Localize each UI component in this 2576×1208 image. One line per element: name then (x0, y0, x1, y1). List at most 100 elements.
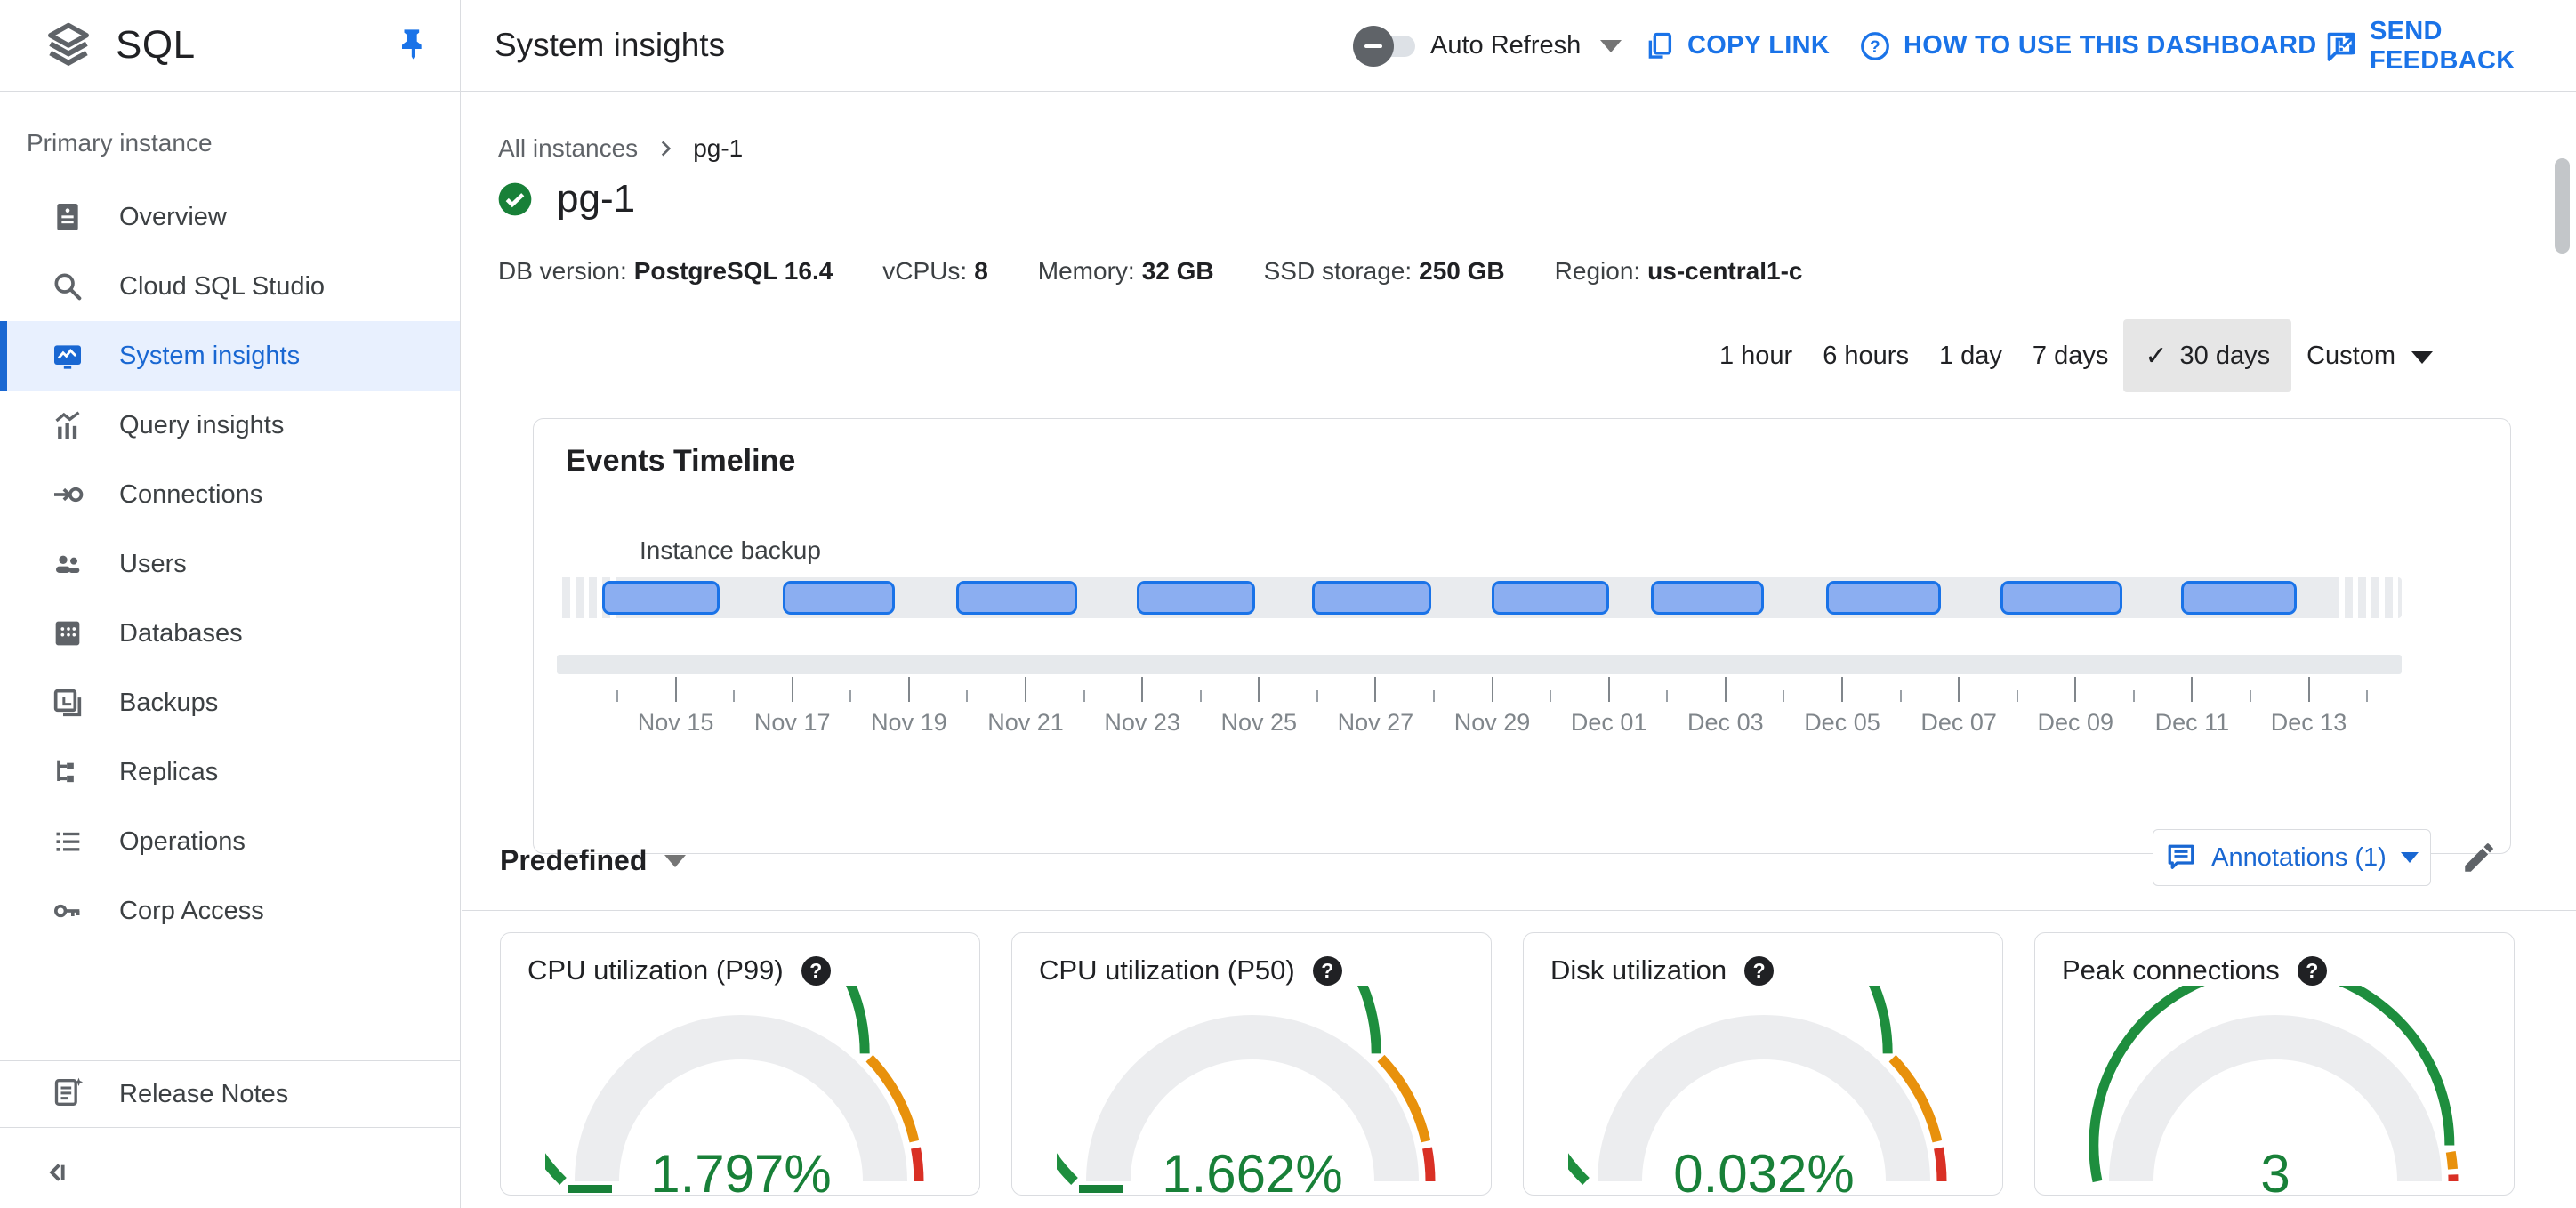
sidebar-item-databases[interactable]: Databases (0, 599, 460, 668)
help-icon[interactable]: ? (1312, 955, 1342, 986)
sidebar-item-replicas[interactable]: Replicas (0, 737, 460, 807)
sidebar-item-cloud-sql-studio[interactable]: Cloud SQL Studio (0, 252, 460, 321)
events-timeline-title: Events Timeline (566, 444, 796, 478)
time-range-7-days[interactable]: 7 days (2017, 342, 2123, 371)
time-range-label: 7 days (2032, 341, 2109, 370)
time-range-1-day[interactable]: 1 day (1924, 342, 2017, 371)
axis-tick (2132, 690, 2135, 702)
auto-refresh-toggle[interactable] (1353, 26, 1419, 67)
help-icon[interactable]: ? (1744, 955, 1775, 986)
edit-dashboard-button[interactable] (2460, 839, 2498, 881)
cloud-sql-system-insights-page: SQL System insights Auto Refresh COPY LI… (0, 0, 2576, 1208)
instance-backup-event-bar[interactable] (956, 581, 1077, 615)
gauge-card-header: Peak connections? (2062, 954, 2327, 987)
sidebar-item-system-insights[interactable]: System insights (0, 321, 460, 391)
sidebar-item-label: Connections (119, 479, 263, 509)
time-range-custom[interactable]: Custom (2291, 342, 2448, 371)
timeline-brush[interactable] (557, 655, 2402, 674)
breadcrumb-current: pg-1 (693, 134, 744, 162)
breadcrumb: All instances pg-1 (498, 134, 743, 163)
axis-tick (1550, 690, 1552, 702)
how-to-label: HOW TO USE THIS DASHBOARD (1904, 31, 2317, 60)
sidebar-item-label: Query insights (119, 410, 285, 439)
svg-text:?: ? (1870, 36, 1880, 56)
chevron-down-icon (664, 854, 687, 867)
auto-refresh-menu[interactable]: Auto Refresh (1430, 0, 1622, 92)
sidebar-item-users[interactable]: Users (0, 529, 460, 599)
axis-tick (1024, 677, 1026, 702)
axis-tick (1491, 677, 1493, 702)
gauge-value: 1.797% (650, 1144, 832, 1196)
time-range-label: 1 day (1938, 341, 2002, 370)
gauge-needle (568, 1185, 612, 1193)
help-icon[interactable]: ? (2297, 955, 2327, 986)
instance-backup-event-bar[interactable] (602, 581, 720, 615)
annotations-button[interactable]: Annotations (1) (2153, 829, 2431, 886)
instance-backup-event-bar[interactable] (1826, 581, 1941, 615)
overview-icon (50, 199, 85, 235)
feedback-icon (2327, 32, 2355, 61)
sidebar-item-label: Corp Access (119, 896, 264, 925)
how-to-use-dashboard-link[interactable]: ? HOW TO USE THIS DASHBOARD (1859, 0, 2358, 92)
time-range-6-hours[interactable]: 6 hours (1807, 342, 1924, 371)
gauge-card-header: CPU utilization (P50)? (1039, 954, 1342, 987)
collapse-sidebar-button[interactable] (39, 1155, 75, 1195)
instance-backup-event-bar[interactable] (2000, 581, 2122, 615)
annotations-label: Annotations (1) (2211, 842, 2387, 872)
sidebar-item-release-notes[interactable]: Release Notes (0, 1060, 461, 1128)
sidebar-item-operations[interactable]: Operations (0, 807, 460, 876)
axis-tick (2366, 690, 2369, 702)
events-series-label: Instance backup (640, 536, 821, 564)
gauge-card-header: CPU utilization (P99)? (527, 954, 831, 987)
time-range-30-days[interactable]: ✓ 30 days (2123, 319, 2292, 392)
breadcrumb-all-instances[interactable]: All instances (498, 134, 638, 163)
sidebar-item-label: Backups (119, 688, 219, 717)
sidebar-item-label: Operations (119, 826, 246, 856)
sidebar-item-backups[interactable]: Backups (0, 668, 460, 737)
sidebar-item-connections[interactable]: Connections (0, 460, 460, 529)
time-range-1-hour[interactable]: 1 hour (1704, 342, 1807, 371)
axis-tick (1899, 690, 1902, 702)
instance-backup-event-bar[interactable] (1137, 581, 1255, 615)
instance-backup-event-bar[interactable] (1651, 581, 1764, 615)
predefined-dropdown[interactable]: Predefined (500, 844, 687, 877)
sidebar-item-label: Cloud SQL Studio (119, 271, 326, 301)
axis-tick (1840, 677, 1843, 702)
main-content: All instances pg-1 pg-1 DB version: Postg… (462, 92, 2576, 1208)
axis-tick (2249, 690, 2251, 702)
instance-backup-event-bar[interactable] (2181, 581, 2297, 615)
gauge-card-peak-connections: Peak connections? 3 (2034, 932, 2515, 1196)
instance-backup-event-bar[interactable] (783, 581, 895, 615)
copy-link-button[interactable]: COPY LINK (1645, 0, 1830, 92)
sidebar-item-query-insights[interactable]: Query insights (0, 391, 460, 460)
release-notes-icon (50, 1075, 85, 1115)
events-track-fade-right (2339, 577, 2402, 618)
toggle-knob[interactable] (1353, 26, 1394, 67)
instance-backup-event-bar[interactable] (1312, 581, 1431, 615)
axis-tick (1316, 690, 1318, 702)
instance-backup-event-bar[interactable] (1492, 581, 1609, 615)
axis-tick (907, 677, 910, 702)
axis-tick (733, 690, 736, 702)
pin-icon[interactable] (393, 27, 429, 67)
sidebar-item-corp-access[interactable]: Corp Access (0, 876, 460, 946)
gauge-card-header: Disk utilization? (1550, 954, 1775, 987)
axis-tick (616, 690, 618, 702)
meta-item: SSD storage: 250 GB (1263, 257, 1505, 285)
sidebar-item-label: Overview (119, 202, 227, 231)
gauge-needle (1079, 1185, 1123, 1193)
sidebar-item-label: Replicas (119, 757, 219, 786)
sidebar-item-overview[interactable]: Overview (0, 182, 460, 252)
vertical-scrollbar[interactable] (2555, 158, 2570, 254)
query-insights-icon (50, 407, 85, 443)
copy-link-label: COPY LINK (1687, 31, 1831, 60)
topbar-divider (460, 0, 461, 92)
instance-name: pg-1 (557, 177, 636, 221)
help-icon[interactable]: ? (801, 955, 831, 986)
axis-tick (2191, 677, 2194, 702)
annotations-icon (2168, 844, 2194, 869)
time-range-selector: 1 hour 6 hours 1 day 7 days ✓ 30 days Custom (1704, 318, 2448, 393)
axis-tick (2016, 690, 2018, 702)
sidebar-section-label: Primary instance (27, 129, 213, 157)
send-feedback-button[interactable]: SEND FEEDBACK (2325, 0, 2576, 92)
